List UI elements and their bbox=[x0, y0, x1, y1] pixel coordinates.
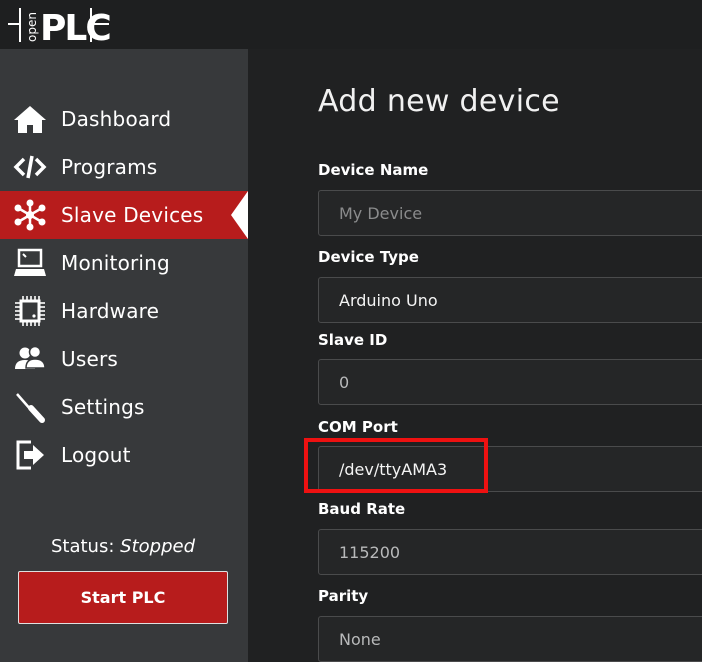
svg-text:open: open bbox=[25, 12, 39, 42]
sidebar-item-programs[interactable]: Programs bbox=[0, 143, 248, 191]
code-icon bbox=[13, 151, 47, 183]
sidebar-item-label: Settings bbox=[61, 395, 145, 419]
baud-rate-label: Baud Rate bbox=[318, 500, 406, 518]
sidebar-item-slave-devices[interactable]: Slave Devices bbox=[0, 191, 248, 239]
network-icon bbox=[13, 199, 47, 231]
sidebar-item-dashboard[interactable]: Dashboard bbox=[0, 95, 248, 143]
device-type-select[interactable]: Arduino Uno bbox=[318, 277, 702, 323]
monitor-icon bbox=[13, 247, 47, 279]
sidebar-item-monitoring[interactable]: Monitoring bbox=[0, 239, 248, 287]
status-label: Status: bbox=[50, 536, 115, 557]
baud-rate-input[interactable]: 115200 bbox=[318, 529, 702, 575]
home-icon bbox=[13, 103, 47, 135]
logout-icon bbox=[13, 439, 47, 471]
top-bar: open PLC bbox=[0, 0, 702, 49]
slave-id-label: Slave ID bbox=[318, 331, 388, 349]
sidebar-item-label: Users bbox=[61, 347, 119, 371]
svg-text:PLC: PLC bbox=[40, 8, 110, 46]
sidebar-item-logout[interactable]: Logout bbox=[0, 431, 248, 479]
status-value: Stopped bbox=[120, 536, 195, 557]
sidebar-item-users[interactable]: Users bbox=[0, 335, 248, 383]
chip-icon bbox=[13, 295, 47, 327]
main-content: Add new device Device Name My Device Dev… bbox=[248, 49, 702, 662]
device-name-input[interactable]: My Device bbox=[318, 190, 702, 236]
sidebar-item-label: Slave Devices bbox=[61, 203, 204, 227]
sidebar-item-label: Monitoring bbox=[61, 251, 170, 275]
sidebar-item-label: Programs bbox=[61, 155, 158, 179]
device-type-label: Device Type bbox=[318, 248, 419, 266]
device-name-label: Device Name bbox=[318, 161, 429, 179]
page-title: Add new device bbox=[318, 84, 560, 119]
sidebar-item-label: Logout bbox=[61, 443, 131, 467]
com-port-label: COM Port bbox=[318, 418, 398, 436]
sidebar-item-settings[interactable]: Settings bbox=[0, 383, 248, 431]
sidebar-item-label: Hardware bbox=[61, 299, 160, 323]
slave-id-input[interactable]: 0 bbox=[318, 359, 702, 405]
sidebar-item-hardware[interactable]: Hardware bbox=[0, 287, 248, 335]
active-indicator bbox=[231, 191, 248, 239]
plc-status: Status: Stopped bbox=[0, 536, 246, 557]
tools-icon bbox=[13, 391, 47, 423]
parity-select[interactable]: None bbox=[318, 616, 702, 662]
sidebar: Dashboard Programs Slave Devices Monitor… bbox=[0, 49, 248, 662]
openplc-logo: open PLC bbox=[8, 8, 110, 46]
com-port-select[interactable]: /dev/ttyAMA3 bbox=[318, 446, 702, 492]
start-plc-button[interactable]: Start PLC bbox=[18, 571, 228, 624]
sidebar-item-label: Dashboard bbox=[61, 107, 172, 131]
users-icon bbox=[13, 343, 47, 375]
parity-label: Parity bbox=[318, 587, 369, 605]
